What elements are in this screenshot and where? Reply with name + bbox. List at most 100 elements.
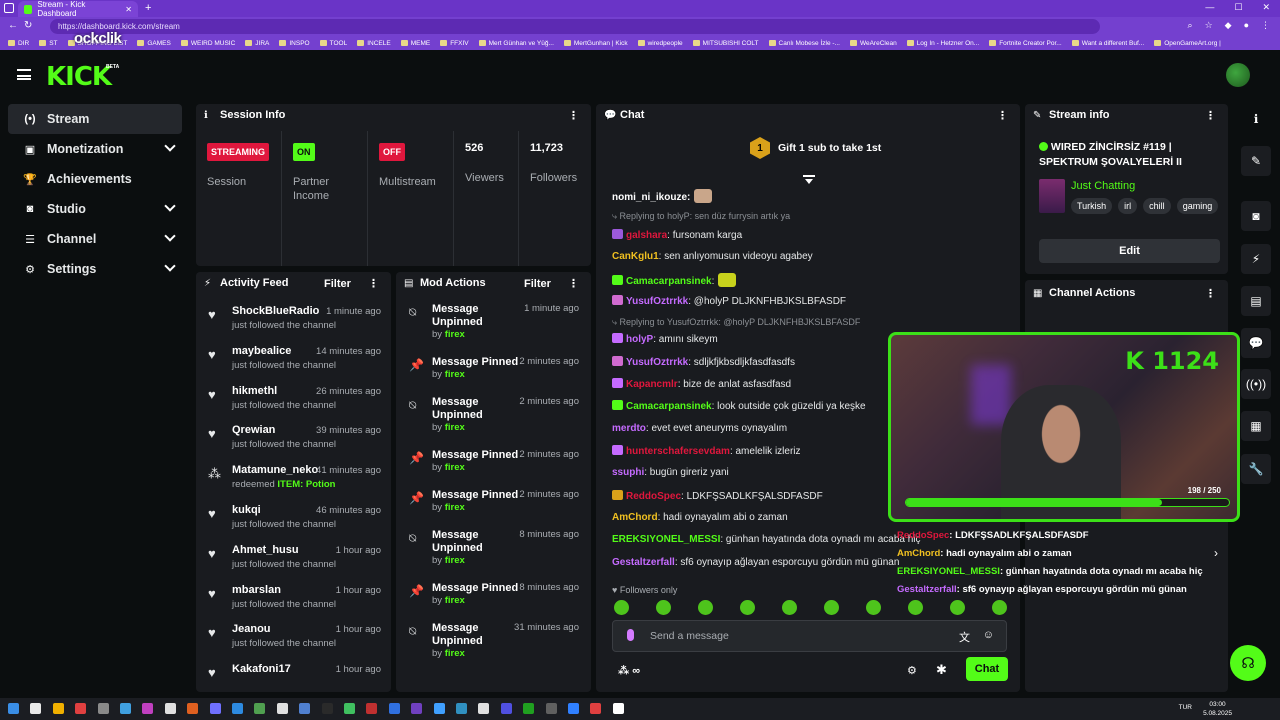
bookmark-item[interactable]: MEME — [400, 40, 430, 47]
chevron-right-icon[interactable]: › — [1214, 546, 1218, 560]
emote-icon[interactable] — [866, 600, 881, 615]
taskbar-app-icon[interactable] — [75, 703, 87, 714]
taskbar-app-icon[interactable] — [30, 703, 42, 714]
emote-icon[interactable] — [992, 600, 1007, 615]
activity-user[interactable]: Jeanou — [232, 623, 271, 635]
stream-tag[interactable]: chill — [1143, 198, 1171, 214]
emote-icon[interactable] — [950, 600, 965, 615]
microphone-icon[interactable] — [627, 629, 634, 641]
bookmark-star-icon[interactable]: ☆ — [1205, 20, 1213, 31]
broadcast-rail-icon[interactable]: ((•)) — [1241, 369, 1271, 399]
chat-input[interactable]: Send a message 文 ☺ — [612, 620, 1007, 652]
kick-logo[interactable]: KICK — [46, 62, 112, 92]
activity-user[interactable]: hikmethl — [232, 385, 277, 397]
bookmark-item[interactable]: FFXIV — [440, 40, 469, 47]
moderator-name[interactable]: firex — [445, 422, 465, 433]
chat-username[interactable]: nomi_ni_ikouze: — [612, 192, 690, 203]
url-field[interactable]: https://dashboard.kick.com/stream — [50, 19, 1100, 34]
taskbar-app-icon[interactable] — [187, 703, 199, 714]
stream-tag[interactable]: irl — [1118, 198, 1138, 214]
activity-user[interactable]: Ahmet_husu — [232, 544, 299, 556]
profile-icon[interactable]: ● — [1244, 20, 1249, 31]
bookmark-item[interactable]: Mert Günhan ve Yüğ... — [478, 40, 554, 47]
bookmark-item[interactable]: MITSUBISHI COLT — [692, 40, 759, 47]
taskbar-app-icon[interactable] — [612, 703, 624, 714]
bookmark-item[interactable]: ST — [39, 40, 58, 47]
sidebar-item-stream[interactable]: (•) Stream — [8, 104, 182, 134]
taskbar-app-icon[interactable] — [276, 703, 288, 714]
taskbar-app-icon[interactable] — [366, 703, 378, 714]
emote-icon[interactable] — [824, 600, 839, 615]
taskbar-app-icon[interactable] — [8, 703, 19, 714]
pinned-toggle-icon[interactable] — [803, 175, 815, 184]
activity-more-icon[interactable]: ⋮ — [368, 277, 379, 290]
taskbar-app-icon[interactable] — [545, 703, 557, 714]
taskbar-app-icon[interactable] — [209, 703, 221, 714]
bookmark-item[interactable]: Fortnite Creator Por... — [989, 40, 1062, 47]
moderator-name[interactable]: firex — [445, 648, 465, 659]
emote-icon[interactable] — [656, 600, 671, 615]
session-more-icon[interactable]: ⋮ — [568, 109, 579, 122]
close-window-icon[interactable]: ✕ — [1262, 2, 1270, 13]
taskbar-app-icon[interactable] — [500, 703, 512, 714]
taskbar-app-icon[interactable] — [478, 703, 490, 714]
taskbar-app-icon[interactable] — [52, 703, 64, 714]
emote-icon[interactable] — [698, 600, 713, 615]
emote-icon[interactable] — [740, 600, 755, 615]
maximize-icon[interactable]: ☐ — [1234, 2, 1242, 13]
browser-tab[interactable]: Stream - Kick Dashboard ✕ — [18, 0, 138, 18]
taskbar-app-icon[interactable] — [321, 703, 333, 714]
activity-user[interactable]: kukqi — [232, 504, 261, 516]
bookmark-item[interactable]: MertGunhan | Kick — [563, 40, 628, 47]
taskbar-app-icon[interactable] — [411, 703, 423, 714]
chat-username[interactable]: EREKSIYONEL_MESSI — [612, 534, 720, 545]
sidebar-item-studio[interactable]: ◙ Studio — [8, 194, 182, 224]
taskbar-app-icon[interactable] — [254, 703, 266, 714]
zoom-icon[interactable]: ⌕ — [1188, 20, 1193, 31]
bookmark-item[interactable]: OpenGameArt.org | — [1154, 40, 1221, 47]
chevron-down-icon[interactable] — [164, 230, 176, 242]
stream-info-more-icon[interactable]: ⋮ — [1205, 109, 1216, 122]
bookmark-item[interactable]: TOOL — [319, 40, 347, 47]
menu-hamburger-icon[interactable] — [17, 69, 31, 80]
taskbar-app-icon[interactable] — [433, 703, 445, 714]
bookmark-item[interactable]: WEIRD MUSIC — [180, 40, 235, 47]
chat-username[interactable]: ssuphi — [612, 467, 644, 478]
chat-username[interactable]: hunterschafersevdam — [626, 446, 730, 457]
gift-sub-banner[interactable]: 1 Gift 1 sub to take 1st — [750, 137, 881, 159]
chat-send-button[interactable]: Chat — [966, 657, 1008, 681]
sidebar-item-achievements[interactable]: 🏆 Achievements — [8, 164, 182, 194]
back-icon[interactable]: ← — [8, 20, 18, 31]
edit-button[interactable]: Edit — [1039, 239, 1220, 263]
info-rail-icon[interactable]: ℹ — [1241, 104, 1271, 134]
moderator-name[interactable]: firex — [445, 555, 465, 566]
chat-username[interactable]: YusufOztrrkk — [626, 357, 688, 368]
activity-user[interactable]: Kakafoni17 — [232, 663, 291, 675]
chat-rail-icon[interactable]: 💬 — [1241, 328, 1271, 358]
sidebar-item-monetization[interactable]: ▣ Monetization — [8, 134, 182, 164]
taskbar-app-icon[interactable] — [523, 703, 535, 714]
keyboard-language[interactable]: TUR — [1179, 704, 1192, 711]
activity-user[interactable]: Qrewian — [232, 424, 275, 436]
chevron-down-icon[interactable] — [164, 140, 176, 152]
taskbar-app-icon[interactable] — [590, 703, 602, 714]
taskbar-app-icon[interactable] — [120, 703, 131, 714]
sidebar-item-settings[interactable]: ⚙ Settings — [8, 254, 182, 284]
chat-username[interactable]: galshara — [626, 230, 667, 241]
chat-username[interactable]: merdto — [612, 423, 646, 434]
taskbar-app-icon[interactable] — [232, 703, 243, 714]
chevron-down-icon[interactable] — [164, 260, 176, 272]
chat-username[interactable]: Gestaltzerfall — [612, 557, 675, 568]
bookmark-item[interactable]: Log In - Hetzner On... — [906, 40, 979, 47]
emote-icon[interactable] — [614, 600, 629, 615]
menu-icon[interactable]: ⋮ — [1261, 20, 1270, 31]
taskbar-app-icon[interactable] — [456, 703, 467, 714]
emote-icon[interactable] — [782, 600, 797, 615]
reload-icon[interactable]: ↻ — [24, 20, 32, 31]
taskbar-app-icon[interactable] — [568, 703, 579, 714]
layout-rail-icon[interactable]: ▦ — [1241, 411, 1271, 441]
sidebar-item-channel[interactable]: ☰ Channel — [8, 224, 182, 254]
chat-bot-icon[interactable]: ✱ — [936, 662, 947, 678]
chevron-down-icon[interactable] — [164, 200, 176, 212]
help-headset-icon[interactable]: ☊ — [1230, 645, 1266, 681]
